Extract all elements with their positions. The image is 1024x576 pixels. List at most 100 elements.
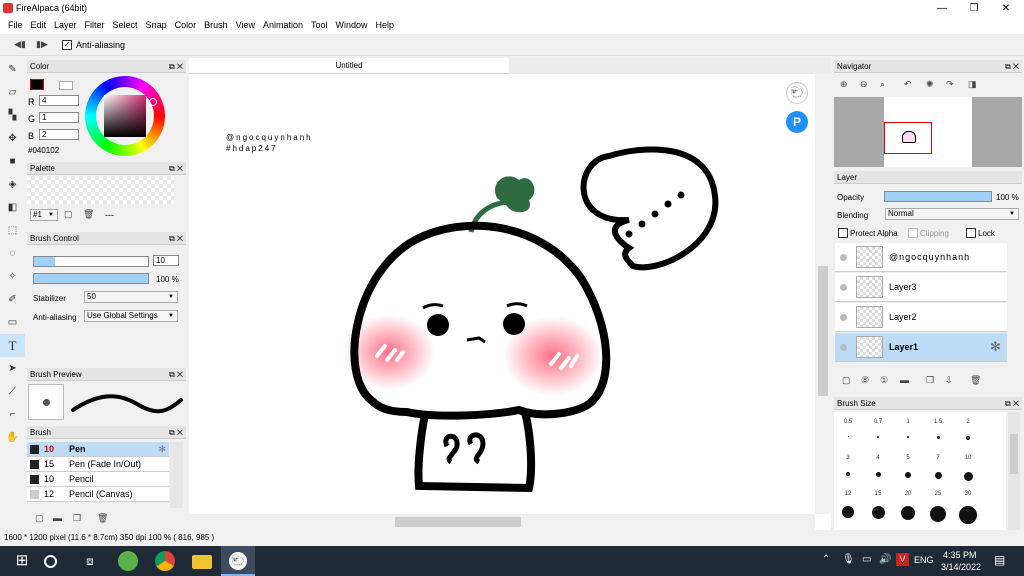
brush-size-option[interactable]: 4 bbox=[863, 455, 893, 477]
brush-size-scrollbar[interactable] bbox=[1008, 412, 1020, 530]
network-icon[interactable]: ▭ bbox=[862, 554, 871, 565]
chrome-icon[interactable] bbox=[155, 551, 175, 571]
visibility-icon[interactable] bbox=[840, 314, 847, 321]
new-1bit-layer-icon[interactable]: ① bbox=[880, 375, 888, 386]
panel-controls-icon[interactable]: ⧉ ✕ bbox=[169, 60, 183, 73]
select-tool-icon[interactable]: ⬚ bbox=[0, 219, 25, 242]
text-tool-icon[interactable]: T bbox=[0, 334, 25, 357]
minimize-button[interactable]: — bbox=[926, 0, 958, 17]
brush-item-pencil-canvas[interactable]: 12 Pencil (Canvas) bbox=[27, 487, 169, 502]
next-icon[interactable]: ▮▶ bbox=[36, 39, 48, 50]
eyedropper-icon[interactable]: ⌐ bbox=[0, 403, 25, 426]
panel-controls-icon[interactable]: ⧉ ✕ bbox=[1005, 397, 1019, 410]
start-windows-icon[interactable]: ⊞ bbox=[12, 551, 32, 571]
brush-size-option[interactable]: 3 bbox=[833, 455, 863, 476]
layer-row-layer2[interactable]: Layer2 bbox=[835, 303, 1007, 332]
menu-brush[interactable]: Brush bbox=[200, 17, 232, 34]
lasso-tool-icon[interactable]: ◌ bbox=[0, 242, 25, 265]
brush-antialias-select[interactable]: Use Global Settings bbox=[84, 310, 178, 322]
brush-size-option[interactable]: 10 bbox=[953, 455, 983, 481]
rotate-reset-icon[interactable]: ✺ bbox=[926, 79, 934, 90]
blending-select[interactable]: Normal bbox=[885, 208, 1019, 220]
layer-row-watermark[interactable]: @ngocquynhanh bbox=[835, 243, 1007, 272]
palette-area[interactable] bbox=[27, 176, 174, 204]
pixiv-icon[interactable]: P bbox=[786, 111, 808, 133]
tray-chevron-icon[interactable]: ⌃ bbox=[822, 554, 830, 565]
brush-size-input[interactable]: 10 bbox=[153, 255, 179, 266]
zoom-out-icon[interactable]: ⊖ bbox=[860, 79, 868, 90]
antialias-checkbox[interactable]: ✓ bbox=[62, 40, 72, 50]
mic-icon[interactable]: 🎙 bbox=[842, 554, 855, 565]
menu-edit[interactable]: Edit bbox=[27, 17, 51, 34]
lock-checkbox[interactable] bbox=[966, 228, 976, 238]
app-icon-green[interactable] bbox=[118, 551, 138, 571]
move-tool-icon[interactable]: ✥ bbox=[0, 127, 25, 150]
pen-tool-icon[interactable]: ✎ bbox=[0, 58, 25, 81]
brush-item-pencil[interactable]: 10 Pencil bbox=[27, 472, 169, 487]
menu-filter[interactable]: Filter bbox=[81, 17, 109, 34]
task-view-icon[interactable]: ⧈ bbox=[80, 551, 100, 571]
new-8bit-layer-icon[interactable]: ⑧ bbox=[861, 375, 869, 386]
menu-select[interactable]: Select bbox=[109, 17, 142, 34]
close-button[interactable]: ✕ bbox=[990, 0, 1022, 17]
select-pen-icon[interactable]: ✐ bbox=[0, 288, 25, 311]
visibility-icon[interactable] bbox=[840, 284, 847, 291]
operation-tool-icon[interactable]: ➤ bbox=[0, 357, 25, 380]
canvas-hscroll[interactable] bbox=[189, 514, 815, 530]
delete-brush-icon[interactable]: 🗑 bbox=[97, 513, 108, 524]
brush-size-option[interactable]: 0.7 bbox=[863, 419, 893, 438]
stabilizer-select[interactable]: 50 bbox=[84, 291, 178, 303]
brush-size-option[interactable]: 20 bbox=[893, 491, 923, 520]
delete-layer-icon[interactable]: 🗑 bbox=[970, 375, 981, 386]
brush-folder-icon[interactable]: ▬ bbox=[53, 513, 62, 523]
gradient-tool-icon[interactable]: ◧ bbox=[0, 196, 25, 219]
brush-size-option[interactable]: 2 bbox=[953, 419, 983, 440]
file-explorer-icon[interactable] bbox=[192, 555, 212, 569]
brush-item-pen[interactable]: 10 Pen ✻ bbox=[27, 442, 169, 457]
brush-size-option[interactable]: 7 bbox=[923, 455, 953, 479]
palette-select[interactable]: #1 bbox=[30, 209, 58, 221]
menu-tool[interactable]: Tool bbox=[307, 17, 332, 34]
magic-wand-icon[interactable]: ✧ bbox=[0, 265, 25, 288]
primary-color-swatch[interactable] bbox=[30, 79, 44, 90]
brush-list-scrollbar[interactable] bbox=[170, 442, 183, 508]
layer-opacity-slider[interactable] bbox=[884, 191, 992, 202]
panel-controls-icon[interactable]: ⧉ ✕ bbox=[169, 368, 183, 381]
panel-controls-icon[interactable]: ⧉ ✕ bbox=[169, 162, 183, 175]
brush-size-option[interactable]: 1 bbox=[893, 419, 923, 438]
notification-icon[interactable]: ▤ bbox=[994, 553, 1005, 567]
dot-tool-icon[interactable]: ▚ bbox=[0, 104, 25, 127]
navigator-preview[interactable] bbox=[834, 97, 1022, 167]
menu-help[interactable]: Help bbox=[372, 17, 399, 34]
g-input[interactable]: 1 bbox=[39, 112, 79, 123]
rotate-left-icon[interactable]: ↶ bbox=[904, 79, 912, 90]
rotate-right-icon[interactable]: ↷ bbox=[946, 79, 954, 90]
visibility-icon[interactable] bbox=[840, 344, 847, 351]
clock-date[interactable]: 3/14/2022 bbox=[941, 562, 981, 572]
language-indicator[interactable]: ENG bbox=[914, 555, 934, 565]
secondary-color-swatch[interactable] bbox=[59, 81, 73, 90]
brush-size-option[interactable]: 0.5 bbox=[833, 419, 863, 437]
zoom-fit-icon[interactable]: ⌕ bbox=[880, 79, 885, 90]
alpaca-avatar-icon[interactable]: 🐑 bbox=[786, 82, 808, 104]
brush-opacity-slider[interactable] bbox=[33, 273, 149, 284]
layer-row-layer1[interactable]: Layer1 ✻ bbox=[835, 333, 1007, 362]
menu-window[interactable]: Window bbox=[332, 17, 372, 34]
new-brush-icon[interactable]: ▢ bbox=[35, 513, 44, 524]
prev-icon[interactable]: ◀▮ bbox=[14, 39, 26, 50]
hue-handle[interactable] bbox=[149, 98, 157, 106]
menu-file[interactable]: File bbox=[4, 17, 27, 34]
brush-size-option[interactable]: 30 bbox=[953, 491, 983, 524]
bucket-tool-icon[interactable]: ◈ bbox=[0, 173, 25, 196]
new-palette-icon[interactable]: ▢ bbox=[64, 209, 73, 220]
flip-icon[interactable]: ◨ bbox=[968, 79, 977, 90]
menu-view[interactable]: View bbox=[232, 17, 259, 34]
panel-controls-icon[interactable]: ⧉ ✕ bbox=[169, 426, 183, 439]
brush-item-pen-fade[interactable]: 15 Pen (Fade In/Out) bbox=[27, 457, 169, 472]
fill-tool-icon[interactable]: ■ bbox=[0, 150, 25, 173]
select-eraser-icon[interactable]: ▭ bbox=[0, 311, 25, 334]
brush-size-option[interactable]: 12 bbox=[833, 491, 863, 518]
menu-snap[interactable]: Snap bbox=[142, 17, 171, 34]
protect-alpha-checkbox[interactable] bbox=[838, 228, 848, 238]
panel-controls-icon[interactable]: ⧉ ✕ bbox=[169, 232, 183, 245]
